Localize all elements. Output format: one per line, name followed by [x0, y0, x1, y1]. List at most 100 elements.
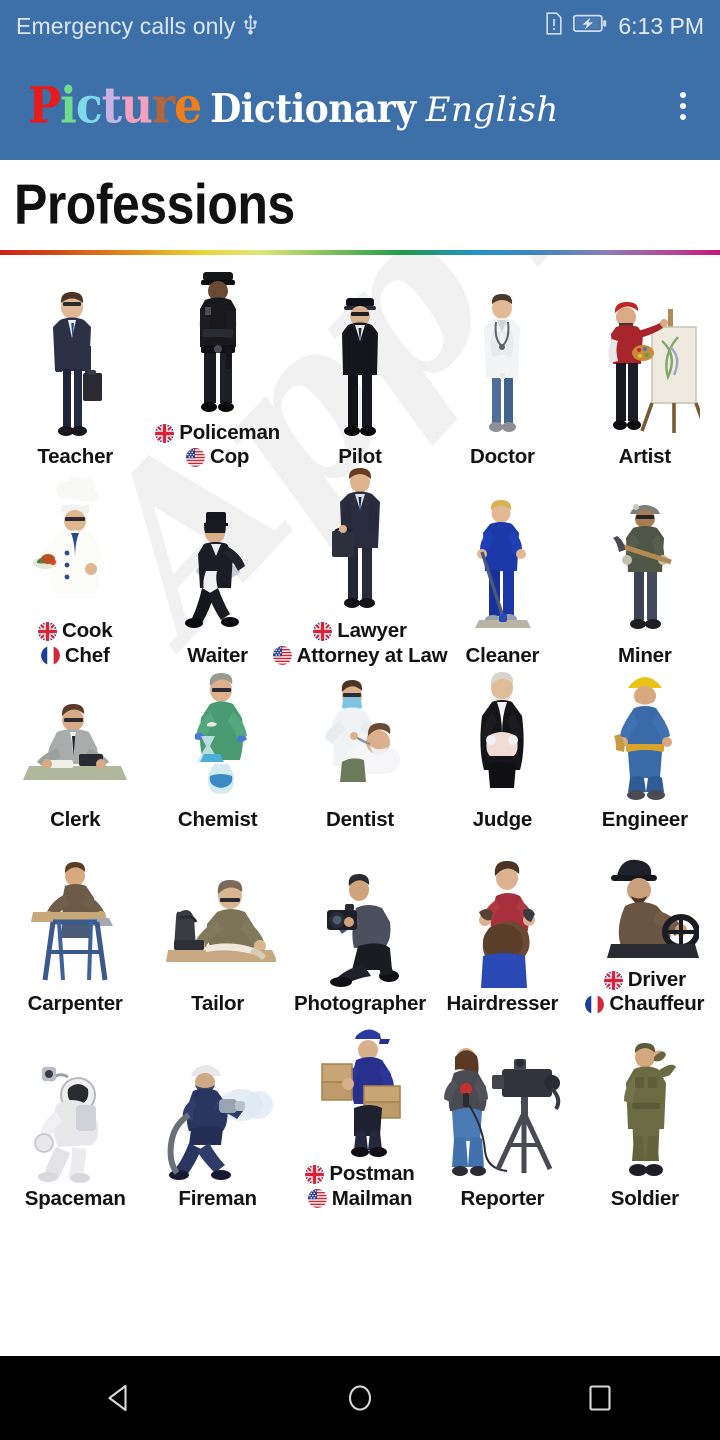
profession-label-text: Waiter	[187, 643, 248, 667]
uk-flag-icon	[603, 970, 623, 990]
profession-labels: Teacher	[6, 445, 144, 469]
profession-label-line: Cook	[37, 619, 113, 643]
profession-cell-teacher[interactable]: Teacher	[4, 291, 146, 469]
profession-label-text: Lawyer	[337, 619, 407, 643]
postman-illustration	[314, 1016, 406, 1158]
profession-label-text: Reporter	[460, 1186, 545, 1210]
profession-cell-hairdresser[interactable]: Hairdresser	[431, 856, 573, 1016]
battery-charging-icon	[573, 14, 607, 38]
profession-label-line: Chef	[40, 643, 110, 668]
profession-label-line: Spaceman	[25, 1187, 126, 1211]
profession-labels: Lawyer Attorney at Law	[272, 619, 448, 667]
profession-labels: Doctor	[433, 445, 571, 469]
profession-cell-chemist[interactable]: Chemist	[146, 668, 288, 832]
profession-cell-policeman[interactable]: Policeman Cop	[146, 267, 288, 469]
logo-letter: t	[101, 80, 122, 132]
hairdresser-illustration	[459, 856, 545, 989]
profession-label-text: Chef	[64, 643, 110, 667]
home-circle-icon	[348, 1385, 372, 1411]
profession-label-text: Policeman	[179, 421, 280, 444]
profession-label-text: Cook	[61, 619, 113, 643]
status-bar: Emergency calls only 6:13 PM	[0, 0, 720, 52]
profession-cell-dentist[interactable]: Dentist	[289, 668, 431, 832]
uk-flag-icon	[313, 621, 333, 641]
profession-cell-reporter[interactable]: Reporter	[431, 1041, 573, 1211]
profession-labels: Driver Chauffeur	[576, 968, 714, 1016]
nav-home-button[interactable]	[285, 1356, 435, 1440]
profession-cell-artist[interactable]: Artist	[574, 291, 716, 469]
profession-label-text: Doctor	[469, 445, 535, 469]
profession-label-line: Artist	[619, 445, 672, 469]
overflow-dot-icon	[680, 92, 686, 98]
profession-cell-tailor[interactable]: Tailor	[146, 856, 288, 1016]
profession-cell-waiter[interactable]: Waiter	[146, 494, 288, 668]
profession-cell-clerk[interactable]: Clerk	[4, 668, 146, 832]
profession-label-line: Driver	[603, 968, 686, 992]
profession-cell-spaceman[interactable]: Spaceman	[4, 1041, 146, 1211]
engineer-illustration	[602, 668, 688, 804]
profession-label-line: Miner	[618, 644, 672, 668]
profession-label-text: Clerk	[50, 807, 101, 831]
page-title-area: Professions	[0, 160, 720, 250]
profession-cell-engineer[interactable]: Engineer	[574, 668, 716, 832]
profession-labels: Tailor	[148, 992, 286, 1016]
profession-cell-postman[interactable]: Postman Mailman	[289, 1016, 431, 1210]
artist-illustration	[590, 291, 700, 441]
profession-labels: Engineer	[576, 808, 714, 832]
profession-cell-photographer[interactable]: Photographer	[289, 856, 431, 1016]
overflow-menu-button[interactable]	[660, 77, 706, 135]
profession-labels: Fireman	[148, 1187, 286, 1211]
profession-label-line: Dentist	[326, 808, 394, 832]
profession-label-text: Teacher	[37, 445, 114, 469]
logo-english-text: English	[425, 89, 559, 130]
soldier-illustration	[606, 1041, 684, 1183]
profession-cell-miner[interactable]: Miner	[574, 494, 716, 668]
clerk-illustration	[23, 668, 128, 804]
profession-label-text: Chemist	[177, 807, 258, 831]
profession-cell-cook[interactable]: Cook Chef	[4, 469, 146, 667]
nav-recents-button[interactable]	[525, 1356, 675, 1440]
usb-icon	[243, 13, 258, 40]
profession-cell-judge[interactable]: Judge	[431, 668, 573, 832]
spaceman-illustration	[26, 1041, 124, 1183]
profession-row: Clerk Chemist Dentist Judge Engineer	[4, 668, 716, 832]
profession-labels: Cook Chef	[6, 619, 144, 667]
profession-cell-fireman[interactable]: Fireman	[146, 1041, 288, 1211]
profession-label-text: Attorney at Law	[296, 643, 448, 667]
profession-cell-doctor[interactable]: Doctor	[431, 291, 573, 469]
status-bar-left: Emergency calls only	[16, 13, 546, 40]
profession-label-line: Clerk	[50, 808, 100, 832]
profession-label-text: Postman	[329, 1162, 415, 1186]
profession-labels: Spaceman	[6, 1187, 144, 1211]
profession-label-line: Cleaner	[466, 644, 540, 668]
profession-cell-lawyer[interactable]: Lawyer Attorney at Law	[272, 468, 448, 667]
profession-cell-carpenter[interactable]: Carpenter	[4, 856, 146, 1016]
profession-label-text: Photographer	[294, 992, 427, 1016]
status-bar-right: 6:13 PM	[546, 12, 704, 40]
logo-letter: c	[75, 80, 103, 132]
profession-label-text: Tailor	[191, 992, 245, 1016]
profession-label-text: Spaceman	[24, 1186, 126, 1210]
policeman-illustration	[181, 267, 255, 417]
professions-grid: Teacher Policeman Cop Pilot Doctor Artis…	[0, 255, 720, 1211]
profession-cell-cleaner[interactable]: Cleaner	[431, 494, 573, 668]
uk-flag-icon	[155, 423, 175, 443]
overflow-dot-icon	[680, 103, 686, 109]
profession-label-text: Engineer	[601, 807, 688, 831]
profession-cell-soldier[interactable]: Soldier	[574, 1041, 716, 1211]
profession-label-text: Dentist	[325, 807, 395, 831]
profession-cell-pilot[interactable]: Pilot	[289, 291, 431, 469]
profession-label-line: Cop	[185, 445, 249, 469]
profession-labels: Photographer	[291, 992, 429, 1016]
us-flag-icon	[272, 646, 292, 666]
profession-labels: Policeman Cop	[148, 421, 286, 469]
nav-back-button[interactable]	[45, 1356, 195, 1440]
profession-label-text: Judge	[472, 807, 533, 831]
profession-label-text: Mailman	[331, 1186, 413, 1210]
profession-label-text: Fireman	[178, 1186, 257, 1210]
logo-letter: r	[151, 80, 175, 132]
profession-labels: Carpenter	[6, 992, 144, 1016]
profession-labels: Cleaner	[433, 644, 571, 668]
profession-cell-driver[interactable]: Driver Chauffeur	[574, 832, 716, 1016]
profession-label-text: Cleaner	[465, 643, 540, 667]
